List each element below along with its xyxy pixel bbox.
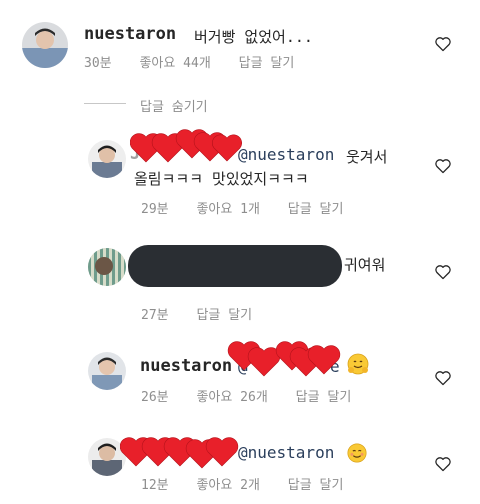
reply-button[interactable]: 답글 달기	[239, 56, 295, 71]
comment-username[interactable]: nuestaron	[84, 24, 176, 44]
comment-text-line2: 올림ㅋㅋㅋ 맛있었지ㅋㅋㅋ	[134, 170, 309, 188]
redacted-block	[128, 245, 342, 287]
heart-outline-icon[interactable]	[434, 264, 452, 280]
heart-outline-icon[interactable]	[434, 158, 452, 174]
comment-time: 27분	[141, 308, 169, 323]
heart-outline-icon[interactable]	[434, 456, 452, 472]
comment-time: 29분	[141, 202, 169, 217]
reply-button[interactable]: 답글 달기	[296, 390, 352, 405]
comment-time: 12분	[141, 478, 169, 493]
comment-text: 귀여워	[344, 256, 386, 274]
comment-time: 30분	[84, 56, 112, 71]
reply-button[interactable]: 답글 달기	[196, 308, 252, 323]
avatar[interactable]	[22, 22, 68, 68]
mention-link[interactable]: @nuestaron	[238, 145, 334, 164]
comment-meta: 29분 좋아요 1개 답글 달기	[141, 198, 363, 217]
heart-outline-icon[interactable]	[434, 370, 452, 386]
heart-outline-icon[interactable]	[434, 36, 452, 52]
comment-username[interactable]: nuestaron	[140, 356, 232, 376]
avatar[interactable]	[88, 248, 126, 286]
avatar[interactable]	[88, 140, 126, 178]
reply-button[interactable]: 답글 달기	[288, 202, 344, 217]
comment-text: 버거빵 없었어...	[194, 28, 313, 46]
likes-count[interactable]: 좋아요 1개	[196, 202, 260, 217]
red-heart-emoji-group	[226, 340, 342, 382]
avatar[interactable]	[88, 352, 126, 390]
likes-count[interactable]: 좋아요 2개	[196, 478, 260, 493]
red-heart-emoji-group	[129, 128, 242, 168]
hugging-face-emoji	[347, 353, 369, 375]
reply-button[interactable]: 답글 달기	[288, 478, 344, 493]
divider	[84, 103, 126, 104]
likes-count[interactable]: 좋아요 44개	[139, 56, 210, 71]
comment-time: 26분	[141, 390, 169, 405]
smiling-face-emoji	[347, 443, 367, 463]
mention-link[interactable]: @nuestaron	[238, 443, 334, 462]
comment-meta: 27분 답글 달기	[141, 304, 272, 323]
red-heart-emoji-group	[119, 436, 240, 472]
likes-count[interactable]: 좋아요 26개	[196, 390, 267, 405]
comment-meta: 26분 좋아요 26개 답글 달기	[141, 386, 371, 405]
comment-meta: 30분 좋아요 44개 답글 달기	[84, 52, 314, 71]
hide-replies-button[interactable]: 답글 숨기기	[140, 96, 208, 115]
comment-meta: 12분 좋아요 2개 답글 달기	[141, 474, 363, 493]
comment-text: 웃겨서	[346, 148, 388, 166]
